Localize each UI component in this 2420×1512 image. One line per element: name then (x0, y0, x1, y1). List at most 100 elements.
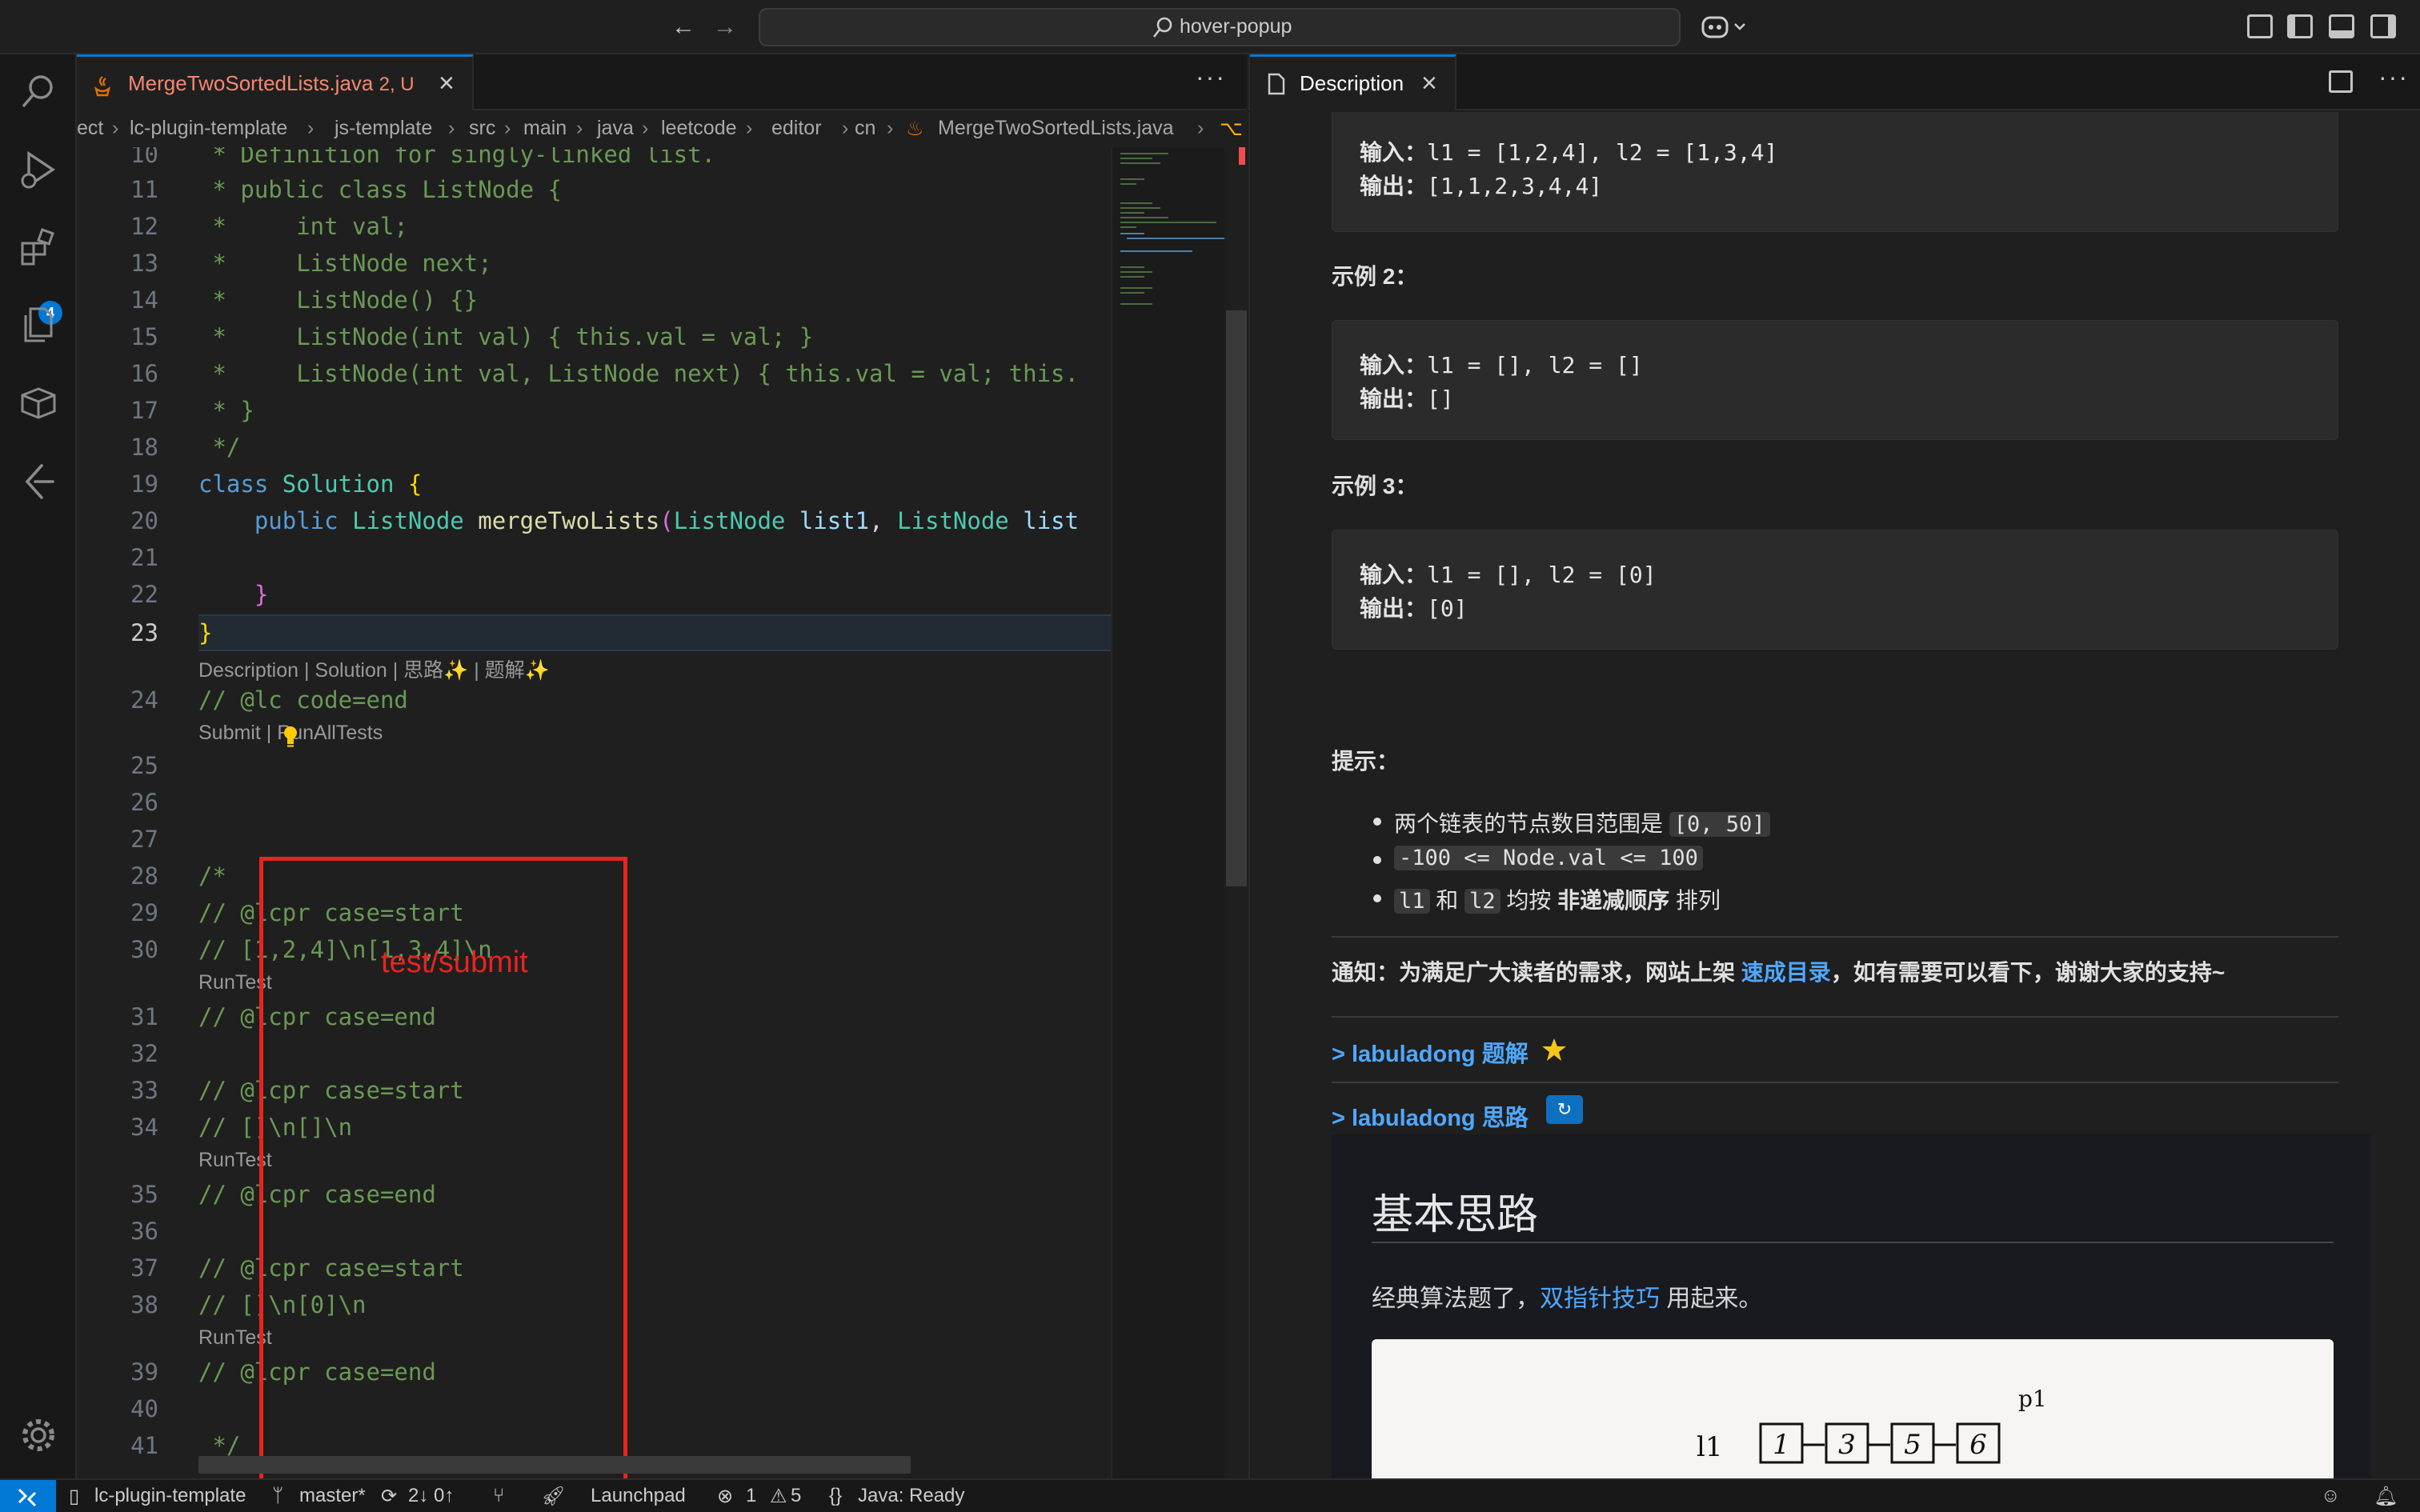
crash-course-link[interactable]: 速成目录 (1741, 960, 1831, 985)
code-line: 14 * ListNode() {} (130, 286, 479, 314)
notifications-icon[interactable]: 🔔︎ (2374, 1485, 2398, 1508)
divider (1332, 1082, 2338, 1083)
warning-icon: ⚠ (770, 1486, 787, 1507)
git-branch-icon: ᛘ (272, 1485, 284, 1506)
gear-icon[interactable] (18, 1414, 59, 1456)
notice: 通知：为满足广大读者的需求，网站上架 速成目录，如有需要可以看下，谢谢大家的支持… (1332, 960, 2226, 985)
minimap-preview (1120, 153, 1224, 305)
labuladong-idea-toggle[interactable]: > labuladong 思路 (1332, 1099, 1529, 1133)
extensions-icon[interactable] (18, 227, 59, 269)
java-status[interactable]: Java: Ready (858, 1485, 964, 1507)
refresh-icon[interactable]: ↻ (1546, 1095, 1583, 1124)
code-editor[interactable]: 10 * Definition for singly-linked list. … (77, 147, 1247, 1478)
hint-item: -100 <= Node.val <= 100 (1373, 845, 1703, 870)
code-line: 11 * public class ListNode { (130, 176, 562, 203)
copilot-icon[interactable] (1700, 11, 1748, 43)
command-center-search[interactable]: hover-popup (759, 8, 1681, 46)
description-tab-bar: Description × ··· (1248, 54, 2420, 110)
two-pointer-link[interactable]: 双指针技巧 (1540, 1286, 1660, 1312)
breadcrumb-separator: › (642, 117, 649, 139)
code-line: 15 * ListNode(int val) { this.val = val;… (130, 323, 814, 350)
example-2-heading: 示例 2： (1332, 264, 1418, 289)
tab-description[interactable]: Description × (1250, 54, 1456, 110)
labuladong-solution-toggle[interactable]: > labuladong 题解 (1332, 1035, 1529, 1069)
lightbulb-icon[interactable] (282, 725, 299, 749)
minimap[interactable] (1111, 147, 1226, 1478)
breadcrumb-item[interactable]: lc-plugin-template (130, 117, 287, 140)
divider (1332, 936, 2338, 938)
launchpad[interactable]: Launchpad (591, 1485, 686, 1507)
warning-count[interactable]: 5 (791, 1485, 801, 1507)
remote-icon (18, 1488, 37, 1507)
error-count[interactable]: 1 (746, 1485, 756, 1507)
run-debug-icon[interactable] (18, 149, 59, 190)
breadcrumb-item[interactable]: src (469, 117, 495, 140)
back-arrow-icon[interactable]: ← (667, 11, 699, 43)
breadcrumb-item[interactable]: java (597, 117, 634, 140)
breadcrumb-item[interactable]: cn (855, 117, 875, 140)
example-3-block: 输入：l1 = [], l2 = [0] 输出：[0] (1332, 530, 2338, 650)
copilot-status-icon[interactable]: ☺ (2321, 1485, 2341, 1507)
code-line: 25 (130, 752, 158, 779)
solution-title: 基本思路 (1372, 1192, 1539, 1238)
code-line: 21 (130, 544, 158, 571)
breadcrumb-separator: › (576, 117, 583, 139)
breadcrumb-item[interactable]: main (523, 117, 567, 140)
example-2-block: 输入：l1 = [], l2 = [] 输出：[] (1332, 320, 2338, 440)
breadcrumb-item[interactable]: MergeTwoSortedLists.java (938, 117, 1174, 140)
command-center-label: hover-popup (1180, 15, 1292, 38)
code-line: 19 class Solution { (130, 470, 423, 498)
tab-merge-two-sorted-lists[interactable]: MergeTwoSortedLists.java 2, U × (77, 54, 474, 110)
breadcrumb-item[interactable]: editor (771, 117, 822, 140)
toggle-panel-icon[interactable] (2329, 14, 2354, 38)
search-icon[interactable] (18, 70, 59, 112)
star-icon (1542, 1038, 1566, 1061)
code-line: 12 * int val; (130, 213, 408, 240)
sync-status[interactable]: 2↓ 0↑ (408, 1485, 454, 1507)
toggle-primary-sidebar-icon[interactable] (2287, 14, 2313, 38)
divider (1372, 1242, 2334, 1243)
remote-explorer-icon[interactable] (18, 382, 59, 424)
forward-arrow-icon[interactable]: → (709, 11, 741, 43)
hint-item: 两个链表的节点数目范围是 [0, 50] (1373, 806, 1770, 838)
breadcrumb: ect › lc-plugin-template › js-template ›… (77, 112, 1247, 147)
activity-bar: 4 (0, 54, 77, 1478)
problem-description[interactable]: 输入：l1 = [1,2,4], l2 = [1,3,4] 输出：[1,1,2,… (1248, 112, 2420, 1478)
error-marker (1239, 147, 1245, 165)
java-file-icon: ♨ (906, 118, 924, 140)
horizontal-scrollbar-thumb[interactable] (198, 1456, 911, 1474)
split-editor-icon[interactable] (2329, 70, 2353, 93)
code-line: 18 */ (130, 434, 241, 461)
java-file-icon (94, 76, 110, 97)
code-line: 27 (130, 826, 158, 853)
java-status-icon: {} (829, 1485, 843, 1506)
more-actions-icon[interactable]: ··· (1196, 62, 1226, 92)
breadcrumb-separator: › (448, 117, 455, 139)
list-node-value: 3 (1838, 1429, 1856, 1461)
project-name[interactable]: lc-plugin-template (94, 1485, 246, 1507)
more-actions-icon[interactable]: ··· (2378, 62, 2409, 92)
codelens-description-solution[interactable]: Description | Solution | 思路✨ | 题解✨ (198, 654, 550, 683)
breadcrumb-item[interactable]: ect (77, 117, 103, 140)
explorer-icon[interactable] (18, 304, 59, 346)
hint-item: l1 和 l2 均按 非递减顺序 排列 (1373, 883, 1721, 915)
git-branch[interactable]: master* (299, 1485, 366, 1507)
customize-layout-icon[interactable] (2247, 14, 2273, 38)
git-graph-icon[interactable]: ⑂ (493, 1485, 504, 1507)
toggle-secondary-sidebar-icon[interactable] (2370, 14, 2396, 38)
remote-indicator[interactable] (0, 1480, 56, 1512)
breadcrumb-separator: › (746, 117, 753, 139)
code-line: 17 * } (130, 397, 254, 424)
vertical-scrollbar-thumb[interactable] (1226, 310, 1247, 886)
editor-tab-bar: MergeTwoSortedLists.java 2, U × ··· (77, 54, 1247, 110)
close-icon[interactable]: × (439, 68, 455, 99)
leetcode-icon[interactable] (18, 461, 59, 502)
close-icon[interactable]: × (1421, 68, 1437, 99)
tab-title: Description (1300, 71, 1404, 95)
breadcrumb-item[interactable]: js-template (335, 117, 432, 140)
example-input: 输入：l1 = [], l2 = [] (1360, 352, 1643, 378)
breadcrumb-separator: › (112, 117, 119, 139)
breadcrumb-item[interactable]: leetcode (661, 117, 737, 140)
code-line: 23} (130, 619, 213, 646)
symbol-icon[interactable]: ⌥ (1220, 117, 1243, 141)
